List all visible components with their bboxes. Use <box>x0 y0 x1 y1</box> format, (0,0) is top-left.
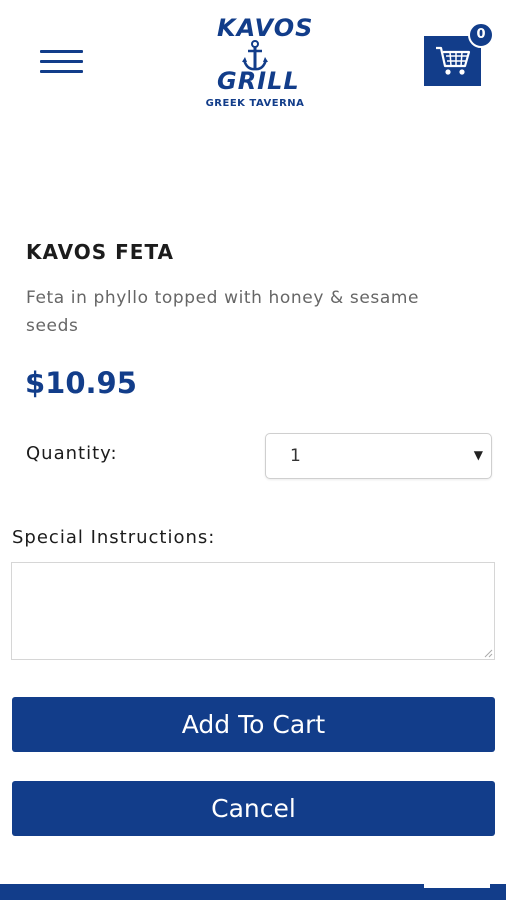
resize-grip-icon[interactable] <box>484 649 493 658</box>
quantity-selected-value: 1 <box>290 446 301 466</box>
brand-logo[interactable]: KAVOS GRILL GREEK TAVERNA <box>205 14 314 114</box>
add-to-cart-button[interactable]: Add To Cart <box>12 697 495 752</box>
product-description: Feta in phyllo topped with honey & sesam… <box>26 288 420 336</box>
cancel-button[interactable]: Cancel <box>12 781 495 836</box>
footer-notch <box>424 884 490 888</box>
item-detail-page: KAVOS GRILL GREEK TAVERNA 0 KAVOS FETA F… <box>0 0 506 900</box>
logo-text-grill: GRILL <box>217 67 300 95</box>
special-instructions-input[interactable] <box>11 562 495 660</box>
product-title: KAVOS FETA <box>26 240 175 264</box>
logo-text-kavos: KAVOS <box>217 14 314 42</box>
quantity-select[interactable]: 1 ▼ <box>265 433 492 479</box>
special-instructions-label: Special Instructions: <box>12 527 216 548</box>
logo-tagline: GREEK TAVERNA <box>205 98 305 109</box>
shopping-cart-icon <box>436 46 471 75</box>
cart-count-badge: 0 <box>468 22 494 48</box>
dropdown-arrow-icon: ▼ <box>473 448 483 462</box>
quantity-label: Quantity: <box>26 443 118 464</box>
product-price: $10.95 <box>25 366 137 400</box>
hamburger-menu-icon[interactable] <box>40 48 84 76</box>
